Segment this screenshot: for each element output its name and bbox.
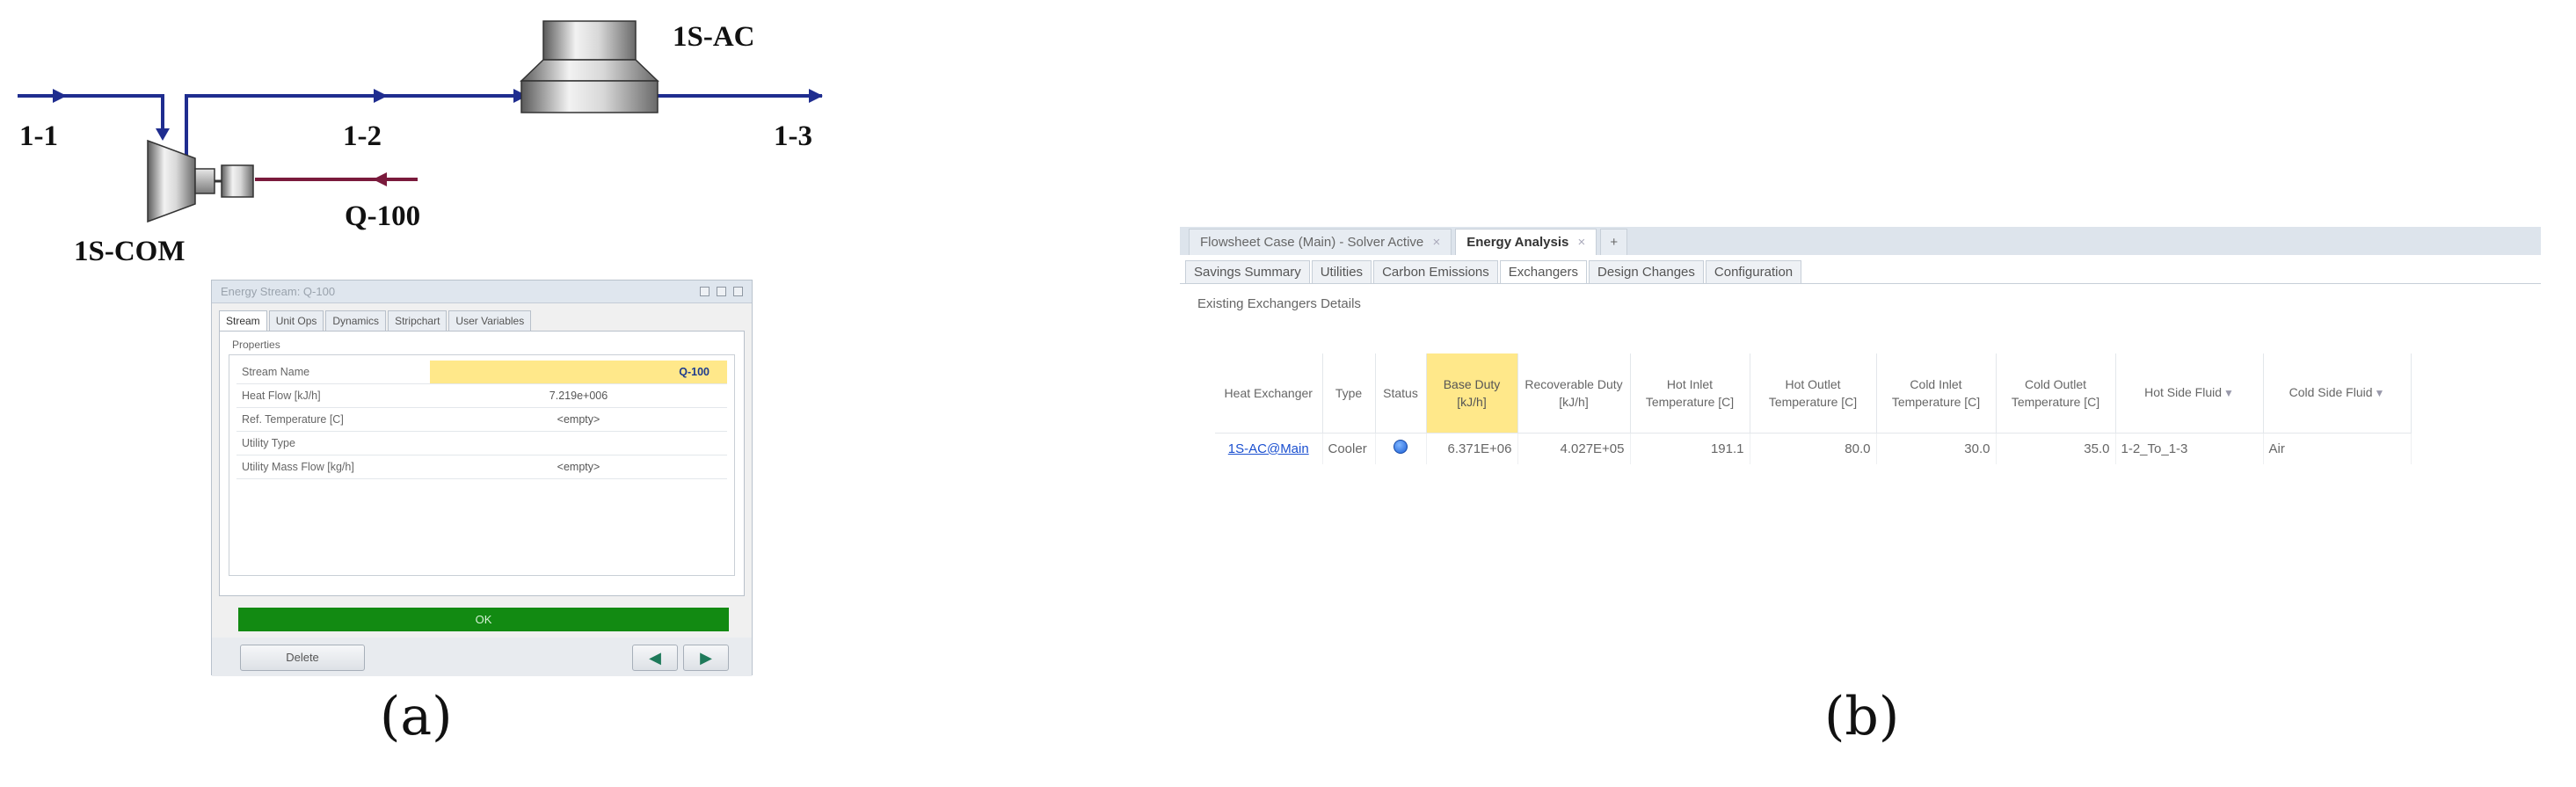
stream-1-2-label: 1-2 — [343, 120, 382, 152]
minimize-icon[interactable] — [700, 287, 709, 296]
tab-utilities[interactable]: Utilities — [1311, 260, 1372, 283]
property-row-heat-flow: Heat Flow [kJ/h] 7.219e+006 — [236, 384, 727, 408]
compressor-label: 1S-COM — [74, 236, 186, 267]
column-header-label: Cold Side Fluid — [2289, 385, 2373, 400]
cold-outlet-temp-cell: 35.0 — [1996, 432, 2116, 464]
table-row[interactable]: 1S-AC@Main Cooler 6.371E+06 4.027E+05 19… — [1215, 432, 2412, 464]
new-tab-button[interactable]: + — [1600, 229, 1628, 255]
property-row-utility-type: Utility Type — [236, 432, 727, 455]
stream-1-3-line[interactable] — [651, 89, 823, 103]
tab-savings-summary[interactable]: Savings Summary — [1185, 260, 1310, 283]
stream-name-field[interactable]: Q-100 — [430, 361, 727, 383]
energy-stream-window: Energy Stream: Q-100 Stream Unit Ops Dyn… — [211, 280, 753, 676]
delete-button[interactable]: Delete — [240, 645, 365, 671]
stream-tab-body: Properties Stream Name Q-100 Heat Flow [… — [219, 331, 745, 596]
column-header[interactable]: Hot Inlet Temperature [C] — [1630, 353, 1750, 433]
cold-side-fluid-cell: Air — [2263, 432, 2412, 464]
compressor-1s-com-icon[interactable] — [147, 139, 254, 223]
caption-b: (b) — [1824, 686, 1900, 747]
tab-carbon-emissions[interactable]: Carbon Emissions — [1373, 260, 1498, 283]
doc-tab-energy-analysis[interactable]: Energy Analysis × — [1455, 229, 1597, 255]
properties-group: Stream Name Q-100 Heat Flow [kJ/h] 7.219… — [229, 354, 735, 576]
close-icon[interactable] — [733, 287, 743, 296]
property-key: Heat Flow [kJ/h] — [242, 390, 321, 402]
column-header[interactable]: Recoverable Duty [kJ/h] — [1517, 353, 1631, 433]
hot-inlet-temp-cell: 191.1 — [1630, 432, 1750, 464]
column-header[interactable]: Base Duty [kJ/h] — [1426, 353, 1518, 433]
column-header[interactable]: Status — [1375, 353, 1427, 433]
base-duty-cell: 6.371E+06 — [1426, 432, 1518, 464]
heat-exchanger-link[interactable]: 1S-AC@Main — [1215, 432, 1323, 464]
tab-unit-ops[interactable]: Unit Ops — [268, 310, 324, 331]
arrow-left-icon: ◀ — [649, 648, 661, 667]
utility-mass-flow-field[interactable]: <empty> — [430, 455, 727, 478]
process-flowsheet: 1-1 1-2 1-3 1S-AC 1S-COM Q-100 — [18, 20, 823, 267]
window-footer: Delete ◀ ▶ — [212, 638, 752, 676]
maximize-icon[interactable] — [717, 287, 726, 296]
status-cell — [1375, 432, 1427, 464]
column-header[interactable]: Cold Outlet Temperature [C] — [1996, 353, 2116, 433]
tab-dynamics[interactable]: Dynamics — [325, 310, 387, 331]
energy-stream-label: Q-100 — [345, 200, 420, 232]
column-header[interactable]: Heat Exchanger — [1215, 353, 1323, 433]
cooler-label: 1S-AC — [673, 21, 755, 53]
document-tabs: Flowsheet Case (Main) - Solver Active × … — [1180, 227, 2541, 255]
stream-tabs: Stream Unit Ops Dynamics Stripchart User… — [212, 303, 752, 331]
property-key: Ref. Temperature [C] — [242, 413, 344, 426]
heat-flow-field[interactable]: 7.219e+006 — [430, 384, 727, 407]
energy-stream-q100-line[interactable] — [255, 172, 418, 186]
properties-group-label: Properties — [232, 339, 280, 351]
column-header[interactable]: Hot Side Fluid ▼ — [2115, 353, 2264, 433]
doc-tab-flowsheet[interactable]: Flowsheet Case (Main) - Solver Active × — [1189, 229, 1452, 255]
window-titlebar[interactable]: Energy Stream: Q-100 — [212, 281, 752, 303]
hot-outlet-temp-cell: 80.0 — [1750, 432, 1877, 464]
property-row-stream-name: Stream Name Q-100 — [236, 361, 727, 384]
recoverable-duty-cell: 4.027E+05 — [1517, 432, 1631, 464]
tab-exchangers[interactable]: Exchangers — [1499, 260, 1587, 283]
column-header[interactable]: Cold Side Fluid ▼ — [2263, 353, 2412, 433]
window-title: Energy Stream: Q-100 — [221, 285, 336, 298]
ok-status-icon — [1394, 440, 1408, 455]
energy-analysis-window: Flowsheet Case (Main) - Solver Active × … — [1180, 227, 2541, 464]
property-key: Stream Name — [242, 366, 310, 378]
tab-design-changes[interactable]: Design Changes — [1589, 260, 1704, 283]
table-header-row: Heat Exchanger Type Status Base Duty [kJ… — [1215, 353, 2412, 433]
column-header[interactable]: Hot Outlet Temperature [C] — [1750, 353, 1877, 433]
previous-button[interactable]: ◀ — [632, 645, 678, 671]
cold-inlet-temp-cell: 30.0 — [1876, 432, 1997, 464]
stream-1-1-label: 1-1 — [19, 120, 58, 152]
close-icon[interactable]: × — [1578, 235, 1586, 250]
filter-icon[interactable]: ▼ — [2223, 387, 2234, 399]
tab-user-variables[interactable]: User Variables — [448, 310, 532, 331]
cooler-1s-ac-icon[interactable] — [520, 20, 659, 113]
arrow-right-icon: ▶ — [700, 648, 712, 667]
analysis-tabs: Savings Summary Utilities Carbon Emissio… — [1180, 255, 2541, 284]
column-header-label: Hot Side Fluid — [2144, 385, 2223, 400]
doc-tab-label: Flowsheet Case (Main) - Solver Active — [1200, 235, 1424, 250]
property-row-ref-temperature: Ref. Temperature [C] <empty> — [236, 408, 727, 432]
property-key: Utility Mass Flow [kg/h] — [242, 461, 354, 473]
ref-temperature-field[interactable]: <empty> — [430, 408, 727, 431]
type-cell: Cooler — [1322, 432, 1376, 464]
property-key: Utility Type — [242, 437, 295, 449]
stream-1-3-label: 1-3 — [774, 120, 812, 152]
tab-configuration[interactable]: Configuration — [1705, 260, 1802, 283]
filter-icon[interactable]: ▼ — [2375, 387, 2385, 399]
exchangers-table: Heat Exchanger Type Status Base Duty [kJ… — [1215, 353, 2412, 464]
tab-stream[interactable]: Stream — [219, 310, 267, 331]
section-title: Existing Exchangers Details — [1197, 296, 1361, 311]
close-icon[interactable]: × — [1432, 235, 1440, 250]
utility-type-field[interactable] — [430, 432, 727, 455]
property-row-utility-mass-flow: Utility Mass Flow [kg/h] <empty> — [236, 455, 727, 479]
caption-a: (a) — [380, 686, 453, 747]
column-header[interactable]: Cold Inlet Temperature [C] — [1876, 353, 1997, 433]
next-button[interactable]: ▶ — [683, 645, 729, 671]
hot-side-fluid-cell: 1-2_To_1-3 — [2115, 432, 2264, 464]
doc-tab-label: Energy Analysis — [1466, 235, 1569, 250]
status-bar: OK — [238, 608, 729, 631]
column-header[interactable]: Type — [1322, 353, 1376, 433]
tab-stripchart[interactable]: Stripchart — [388, 310, 448, 331]
